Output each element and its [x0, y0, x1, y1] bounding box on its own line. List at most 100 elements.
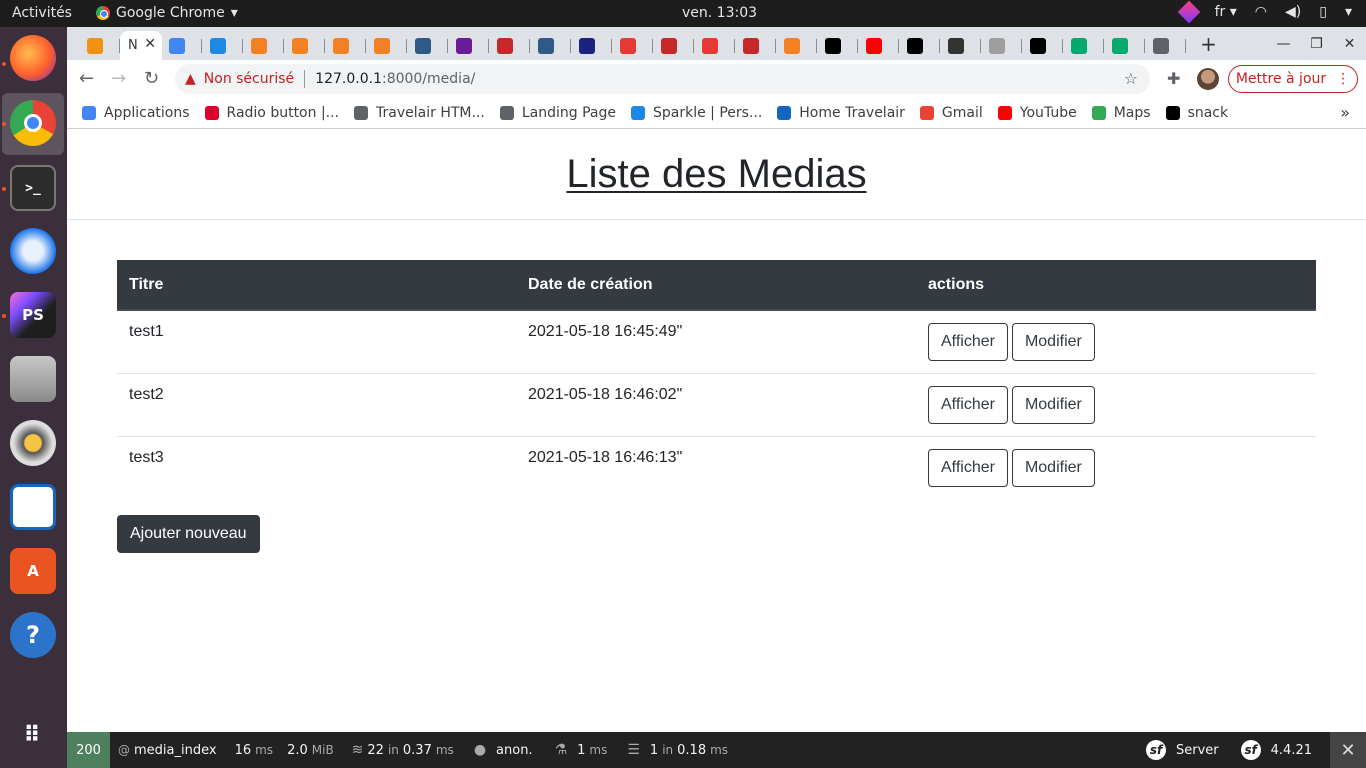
tab[interactable]	[612, 31, 653, 60]
tab[interactable]	[1022, 31, 1063, 60]
volume-icon[interactable]: ◀)	[1285, 4, 1301, 20]
help-icon[interactable]: ?	[10, 612, 56, 658]
restore-icon[interactable]: ❐	[1300, 36, 1333, 52]
bookmark-item[interactable]: Travelair HTM...	[354, 105, 485, 121]
reload-icon[interactable]: ↻	[144, 68, 159, 89]
wifi-icon[interactable]: ◠	[1255, 4, 1267, 20]
edit-button[interactable]: Modifier	[1011, 323, 1095, 361]
bookmark-item[interactable]: snack	[1165, 105, 1228, 121]
phpstorm-icon[interactable]: PS	[10, 292, 56, 338]
new-tab-button[interactable]: +	[1192, 32, 1225, 56]
stackoverflow-icon	[374, 37, 390, 54]
app-menu[interactable]: Google Chrome ▾	[96, 5, 238, 21]
security-status[interactable]: Non sécurisé	[204, 71, 294, 87]
bookmark-item[interactable]: Sparkle | Pers...	[630, 105, 762, 121]
avatar[interactable]	[1197, 68, 1219, 90]
bookmarks-overflow-icon[interactable]: »	[1340, 103, 1350, 122]
system-tray[interactable]: fr ▾ ◠ ◀) ▯ ▾	[1177, 0, 1352, 24]
app-grid-icon[interactable]: ⠿	[10, 712, 56, 758]
show-button[interactable]: Afficher	[928, 323, 1008, 361]
app-indicator-icon[interactable]	[1177, 0, 1200, 24]
tab[interactable]	[448, 31, 489, 60]
show-button[interactable]: Afficher	[928, 385, 1008, 424]
tab[interactable]	[899, 31, 940, 60]
tab[interactable]	[571, 31, 612, 60]
tab[interactable]	[284, 31, 325, 60]
bookmark-item[interactable]: YouTube	[997, 105, 1077, 121]
tab[interactable]	[325, 31, 366, 60]
route-info[interactable]: @ media_index	[118, 743, 217, 758]
software-center-icon[interactable]: A	[10, 548, 56, 594]
tab[interactable]	[489, 31, 530, 60]
version-info[interactable]: sf 4.4.21	[1240, 740, 1312, 760]
table-row: test3 2021-05-18 16:46:13" Afficher Modif…	[117, 436, 1316, 499]
close-window-icon[interactable]: ✕	[1333, 36, 1366, 52]
bookmark-star-icon[interactable]: ☆	[1124, 69, 1138, 88]
show-button[interactable]: Afficher	[928, 448, 1008, 487]
edit-button[interactable]: Modifier	[1011, 385, 1095, 424]
tab[interactable]	[817, 31, 858, 60]
back-icon[interactable]: ←	[79, 68, 94, 89]
forward-icon[interactable]: →	[111, 68, 126, 89]
dock: >_ PS A ? ⠿	[0, 27, 67, 768]
tab[interactable]	[407, 31, 448, 60]
tab[interactable]	[858, 31, 899, 60]
tab[interactable]	[161, 31, 202, 60]
twig-info[interactable]: ≋ 22 in 0.37 ms	[352, 742, 454, 758]
activities-button[interactable]: Activités	[12, 5, 72, 21]
tab[interactable]	[202, 31, 243, 60]
tab[interactable]	[735, 31, 776, 60]
chevron-down-icon[interactable]: ▾	[1345, 4, 1352, 20]
tab[interactable]	[694, 31, 735, 60]
writer-icon[interactable]	[10, 484, 56, 530]
version-label: 4.4.21	[1270, 742, 1312, 758]
time-info[interactable]: 16 ms	[235, 743, 274, 758]
address-bar[interactable]: ▲ Non sécurisé 127.0.0.1:8000/media/ ☆	[175, 64, 1150, 94]
extensions-icon[interactable]: ✚	[1167, 69, 1180, 88]
terminal-icon[interactable]: >_	[10, 165, 56, 211]
tab-active[interactable]: N ✕	[120, 31, 162, 60]
tab[interactable]	[530, 31, 571, 60]
page-content: Liste des Medias Titre Date de création …	[67, 130, 1366, 732]
status-badge[interactable]: 200	[67, 732, 110, 768]
tab[interactable]	[981, 31, 1022, 60]
tab[interactable]	[1063, 31, 1104, 60]
memory-info[interactable]: 2.0 MiB	[287, 743, 334, 758]
media-date: 2021-05-18 16:46:13"	[528, 448, 683, 466]
language-selector[interactable]: fr ▾	[1215, 4, 1237, 20]
rhythmbox-icon[interactable]	[10, 420, 56, 466]
tab[interactable]	[366, 31, 407, 60]
database-info[interactable]: ☰ 1 in 0.18 ms	[627, 742, 728, 758]
thunderbird-icon[interactable]	[10, 228, 56, 274]
tab[interactable]	[1145, 31, 1186, 60]
edit-button[interactable]: Modifier	[1011, 448, 1095, 487]
tab[interactable]	[940, 31, 981, 60]
battery-icon[interactable]: ▯	[1319, 4, 1327, 20]
table-row: test1 2021-05-18 16:45:49" Afficher Modif…	[117, 310, 1316, 374]
update-button[interactable]: Mettre à jour ⋮	[1228, 65, 1358, 93]
add-new-button[interactable]: Ajouter nouveau	[117, 515, 260, 553]
clock[interactable]: ven. 13:03	[682, 5, 757, 21]
tab[interactable]	[776, 31, 817, 60]
files-icon[interactable]	[10, 356, 56, 402]
server-info[interactable]: sf Server	[1146, 740, 1219, 760]
bookmark-item[interactable]: Landing Page	[499, 105, 616, 121]
close-toolbar-icon[interactable]: ✕	[1330, 732, 1366, 768]
security-info[interactable]: ● anon.	[474, 742, 533, 758]
db-count: 1	[649, 742, 659, 758]
firefox-icon[interactable]	[10, 35, 56, 81]
warning-icon[interactable]: ▲	[185, 71, 196, 87]
bookmark-item[interactable]: Applications	[82, 105, 190, 121]
bookmark-item[interactable]: Gmail	[919, 105, 983, 121]
bookmark-item[interactable]: Radio button |...	[204, 105, 339, 121]
close-tab-icon[interactable]: ✕	[144, 36, 156, 52]
tab[interactable]	[243, 31, 284, 60]
tab[interactable]	[1104, 31, 1145, 60]
tab[interactable]	[653, 31, 694, 60]
minimize-icon[interactable]: —	[1267, 36, 1300, 52]
bookmark-item[interactable]: Maps	[1091, 105, 1151, 121]
tab[interactable]	[79, 31, 120, 60]
chrome-icon[interactable]	[10, 100, 56, 146]
bookmark-item[interactable]: Home Travelair	[777, 105, 905, 121]
cache-info[interactable]: ⚗ 1 ms	[555, 742, 608, 758]
